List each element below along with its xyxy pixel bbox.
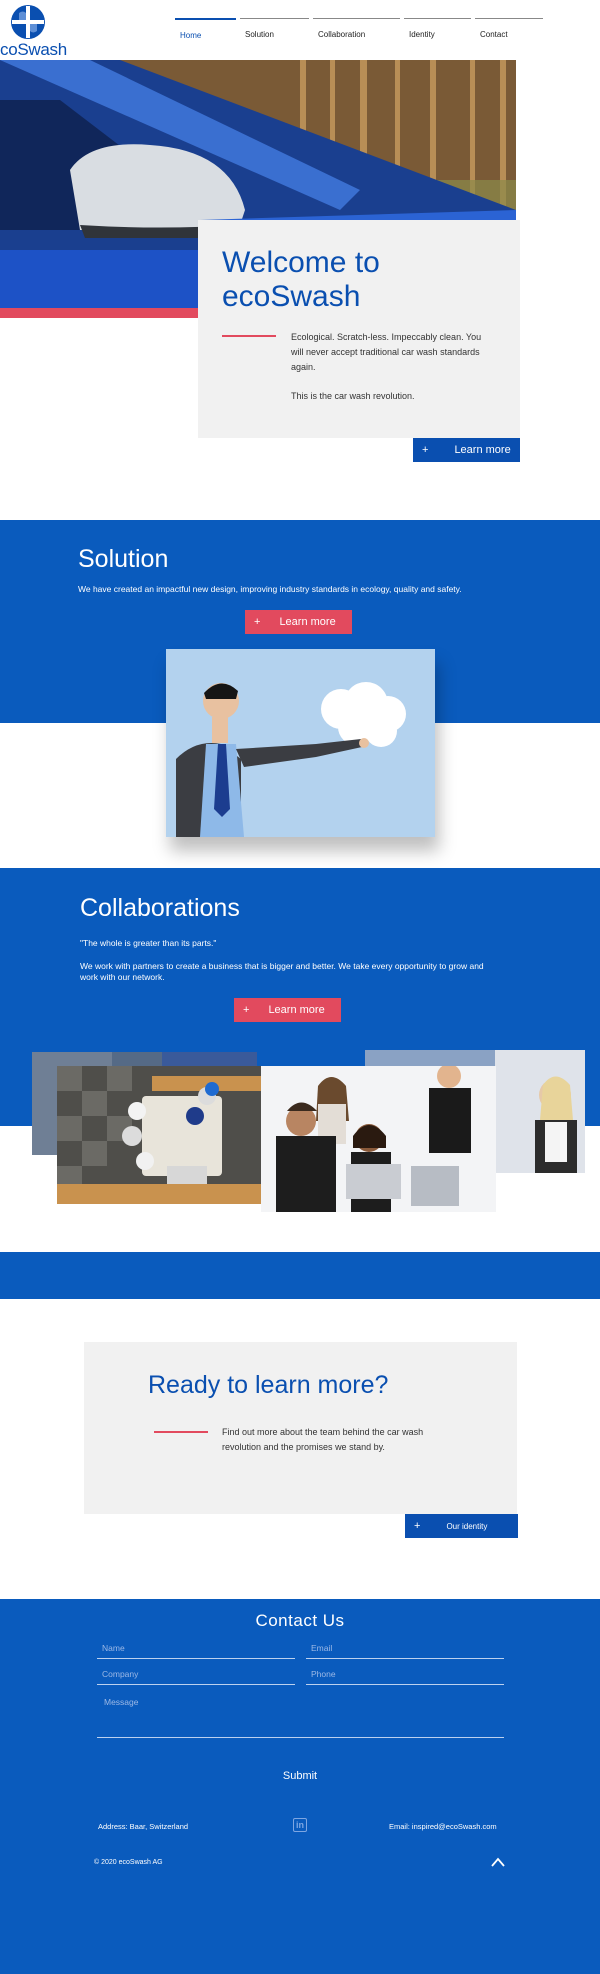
nav-item-home[interactable]: Home	[175, 18, 236, 42]
name-field[interactable]: Name	[97, 1643, 295, 1659]
nav-item-contact[interactable]: Contact	[475, 18, 543, 42]
hero-paragraph: Ecological. Scratch-less. Impeccably cle…	[291, 332, 482, 372]
company-placeholder: Company	[102, 1669, 139, 1679]
collage-photo-meeting	[57, 1066, 262, 1204]
plus-icon: +	[422, 444, 429, 456]
hero-accent-bar	[0, 308, 198, 318]
message-field[interactable]: Message	[97, 1697, 504, 1738]
nav-label: Collaboration	[318, 30, 366, 39]
nav-item-identity[interactable]: Identity	[404, 18, 471, 42]
email-placeholder: Email	[311, 1643, 333, 1653]
collaborations-title: Collaborations	[80, 894, 240, 922]
solution-learn-more-button[interactable]: + Learn more	[245, 610, 352, 634]
button-label: Learn more	[454, 444, 511, 456]
company-field[interactable]: Company	[97, 1669, 295, 1685]
phone-field[interactable]: Phone	[306, 1669, 504, 1685]
nav-item-collaboration[interactable]: Collaboration	[313, 18, 400, 42]
chevron-up-icon[interactable]	[490, 1855, 506, 1867]
collaborations-quote: "The whole is greater than its parts."	[80, 938, 217, 948]
hero-body: Ecological. Scratch-less. Impeccably cle…	[291, 330, 491, 418]
button-label: Our identity	[446, 1521, 488, 1531]
logo-text[interactable]: coSwash	[0, 40, 67, 60]
button-label: Learn more	[268, 1004, 325, 1016]
collage-photo-team	[261, 1066, 496, 1212]
footer-address: Address: Baar, Switzerland	[98, 1822, 189, 1831]
plus-icon: +	[414, 1520, 421, 1532]
plus-icon: +	[243, 1004, 250, 1016]
hero-paragraph: This is the car wash revolution.	[291, 391, 415, 401]
our-identity-button[interactable]: + Our identity	[405, 1514, 518, 1538]
solution-image	[166, 649, 435, 837]
name-placeholder: Name	[102, 1643, 125, 1653]
footer-copyright: © 2020 ecoSwash AG	[94, 1859, 163, 1866]
footer-email[interactable]: Email: inspired@ecoSwash.com	[389, 1822, 497, 1831]
hero-divider	[222, 335, 276, 337]
email-field[interactable]: Email	[306, 1643, 504, 1659]
nav-label: Contact	[480, 30, 508, 39]
collaborations-text: We work with partners to create a busine…	[80, 961, 484, 982]
button-label: Learn more	[279, 616, 336, 628]
blue-band	[0, 1252, 600, 1299]
hero-title-line2: ecoSwash	[222, 280, 361, 313]
ready-text: Find out more about the team behind the …	[222, 1427, 424, 1452]
contact-title: Contact Us	[255, 1611, 345, 1630]
message-placeholder: Message	[104, 1697, 139, 1707]
submit-button[interactable]: Submit	[230, 1770, 370, 1788]
nav-label: Identity	[409, 30, 435, 39]
nav-label: Home	[180, 31, 202, 40]
solution-title: Solution	[78, 545, 169, 573]
plus-icon: +	[254, 616, 261, 628]
hero-title-line1: Welcome to	[222, 246, 380, 279]
nav-item-solution[interactable]: Solution	[240, 18, 309, 42]
phone-placeholder: Phone	[311, 1669, 336, 1679]
linkedin-icon[interactable]: in	[293, 1818, 307, 1832]
nav-label: Solution	[245, 30, 274, 39]
hero-learn-more-button[interactable]: + Learn more	[413, 438, 520, 462]
logo-icon[interactable]	[10, 4, 46, 40]
ready-title: Ready to learn more?	[148, 1371, 389, 1399]
hero-title: Welcome to ecoSwash	[222, 246, 380, 314]
collaborations-learn-more-button[interactable]: + Learn more	[234, 998, 341, 1022]
ready-divider	[154, 1431, 208, 1433]
solution-text: We have created an impactful new design,…	[78, 584, 462, 594]
